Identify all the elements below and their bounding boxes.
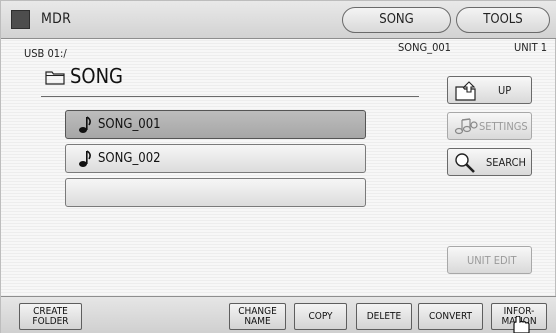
hand-pointer-icon bbox=[513, 316, 530, 333]
selected-song-label: SONG_001 bbox=[398, 41, 451, 54]
notes-settings-icon bbox=[454, 118, 478, 135]
app-title: MDR bbox=[41, 11, 72, 27]
delete-button[interactable]: DELETE bbox=[356, 303, 412, 330]
drive-path: USB 01:/ bbox=[24, 47, 67, 60]
folder-icon bbox=[45, 71, 65, 85]
delete-label: DELETE bbox=[366, 310, 402, 322]
unit-edit-button[interactable]: UNIT EDIT bbox=[447, 246, 532, 274]
file-name: SONG_002 bbox=[98, 151, 161, 166]
settings-label: SETTINGS bbox=[479, 120, 528, 133]
tab-tools[interactable]: TOOLS bbox=[456, 7, 550, 33]
title-bar: MDR SONG TOOLS bbox=[1, 1, 556, 39]
change-name-label: CHANGE NAME bbox=[238, 305, 277, 327]
tab-song[interactable]: SONG bbox=[342, 7, 451, 33]
music-note-icon bbox=[79, 150, 91, 167]
file-row-empty[interactable] bbox=[65, 178, 366, 207]
magnifier-icon bbox=[455, 153, 475, 173]
unit-label: UNIT 1 bbox=[514, 41, 548, 54]
convert-button[interactable]: CONVERT bbox=[418, 303, 483, 330]
up-label: UP bbox=[498, 84, 512, 97]
unit-edit-label: UNIT EDIT bbox=[467, 254, 517, 267]
file-row-song-001[interactable]: SONG_001 bbox=[65, 110, 366, 139]
file-name: SONG_001 bbox=[98, 117, 161, 132]
change-name-button[interactable]: CHANGE NAME bbox=[229, 303, 286, 330]
search-button[interactable]: SEARCH bbox=[447, 148, 532, 176]
create-folder-button[interactable]: CREATE FOLDER bbox=[19, 303, 82, 330]
folder-up-icon bbox=[455, 81, 476, 101]
music-note-icon bbox=[79, 116, 91, 133]
copy-label: COPY bbox=[308, 310, 333, 322]
app-square-icon bbox=[11, 10, 30, 29]
folder-divider bbox=[41, 96, 419, 97]
settings-button[interactable]: SETTINGS bbox=[447, 112, 532, 140]
file-row-song-002[interactable]: SONG_002 bbox=[65, 144, 366, 173]
create-folder-label: CREATE FOLDER bbox=[32, 305, 69, 327]
mdr-screen: MDR SONG TOOLS USB 01:/ SONG_001 UNIT 1 … bbox=[0, 0, 556, 333]
current-folder-name: SONG bbox=[70, 64, 123, 88]
search-label: SEARCH bbox=[486, 156, 526, 169]
convert-label: CONVERT bbox=[429, 310, 472, 322]
up-button[interactable]: UP bbox=[447, 76, 532, 104]
copy-button[interactable]: COPY bbox=[294, 303, 347, 330]
